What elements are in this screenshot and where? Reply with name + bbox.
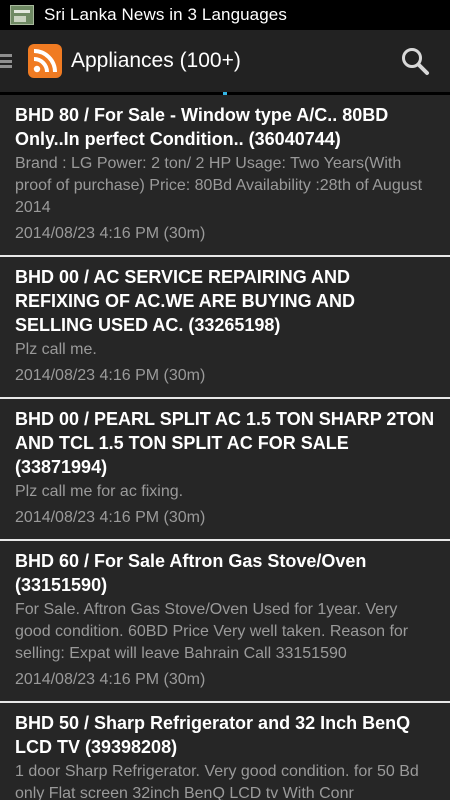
item-headline: BHD 00 / PEARL SPLIT AC 1.5 TON SHARP 2T… [15, 409, 435, 477]
ad-list: BHD 80 / For Sale - Window type A/C.. 80… [0, 95, 450, 800]
item-description: Plz call me. [15, 341, 97, 358]
item-timestamp: 2014/08/23 4:16 PM (30m) [15, 367, 206, 384]
drawer-icon[interactable] [0, 51, 14, 71]
rss-icon[interactable] [28, 44, 62, 78]
search-icon[interactable] [400, 46, 430, 76]
screen-title: Appliances (100+) [71, 49, 241, 72]
item-timestamp: 2014/08/23 4:16 PM (30m) [15, 671, 206, 688]
item-description: Plz call me for ac fixing. [15, 483, 184, 500]
status-bar: Sri Lanka News in 3 Languages [0, 0, 450, 30]
item-timestamp: 2014/08/23 4:16 PM (30m) [15, 225, 206, 242]
item-timestamp: 2014/08/23 4:16 PM (30m) [15, 509, 206, 526]
item-description: For Sale. Aftron Gas Stove/Oven Used for… [15, 601, 409, 662]
notification-title: Sri Lanka News in 3 Languages [44, 5, 287, 24]
action-bar: Appliances (100+) [0, 30, 450, 92]
list-item[interactable]: BHD 00 / AC SERVICE REPAIRING AND REFIXI… [0, 257, 450, 399]
item-description: Brand : LG Power: 2 ton/ 2 HP Usage: Two… [15, 155, 423, 216]
item-description: 1 door Sharp Refrigerator. Very good con… [15, 763, 419, 800]
item-headline: BHD 50 / Sharp Refrigerator and 32 Inch … [15, 713, 411, 757]
list-item[interactable]: BHD 60 / For Sale Aftron Gas Stove/Oven … [0, 541, 450, 703]
list-item[interactable]: BHD 00 / PEARL SPLIT AC 1.5 TON SHARP 2T… [0, 399, 450, 541]
notification-app-icon [10, 5, 34, 25]
item-headline: BHD 00 / AC SERVICE REPAIRING AND REFIXI… [15, 267, 356, 335]
list-item[interactable]: BHD 50 / Sharp Refrigerator and 32 Inch … [0, 703, 450, 800]
item-headline: BHD 80 / For Sale - Window type A/C.. 80… [15, 105, 389, 149]
list-item[interactable]: BHD 80 / For Sale - Window type A/C.. 80… [0, 95, 450, 257]
item-headline: BHD 60 / For Sale Aftron Gas Stove/Oven … [15, 551, 367, 595]
